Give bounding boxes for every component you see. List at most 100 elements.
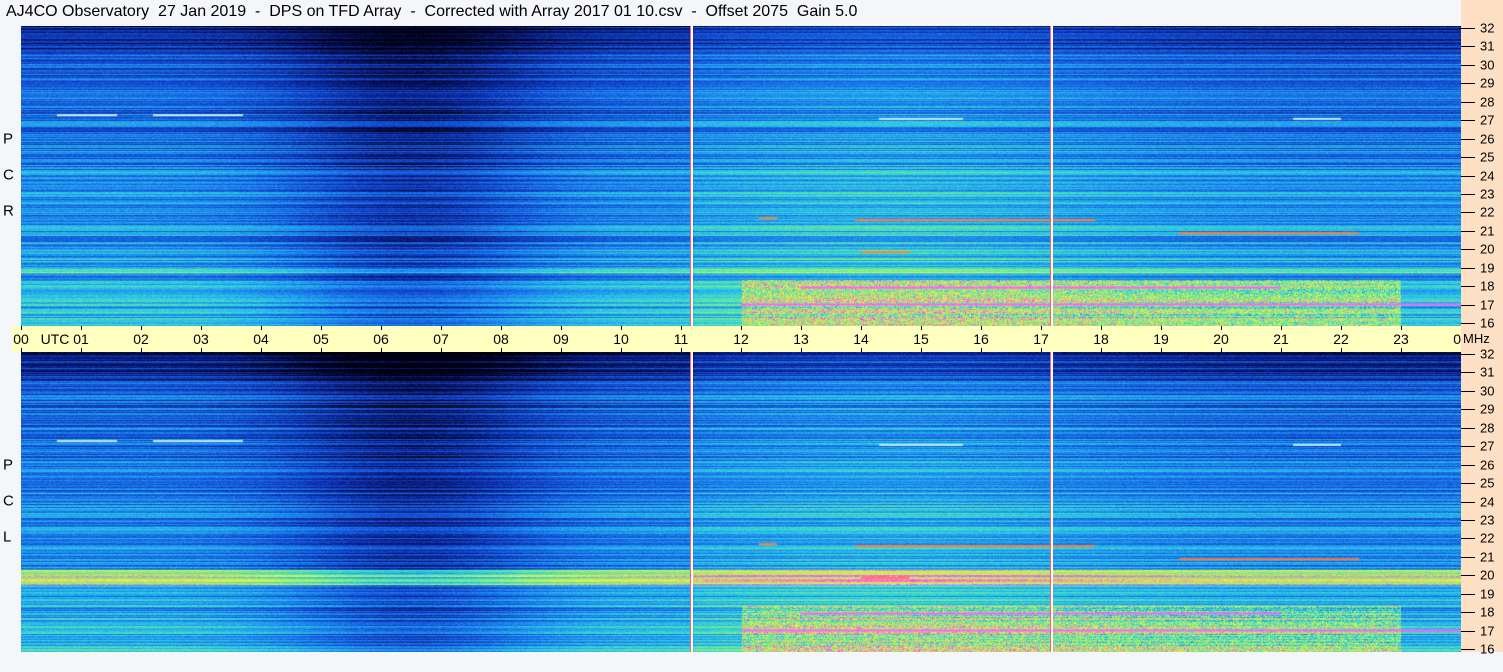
panel-label-letter: C [3,492,14,510]
y-tick-label: 31 [1480,364,1495,380]
y-tick-label: 30 [1480,57,1495,73]
y-tick-mark [1461,372,1475,374]
x-tick-mark [1221,326,1222,330]
y-tick-mark [1461,575,1475,577]
y-tick-mark [1461,354,1475,355]
y-tick-label: 18 [1480,604,1495,620]
y-tick-mark [1461,193,1475,195]
x-tick-mark [1341,348,1342,352]
y-tick-label: 20 [1480,241,1495,257]
x-tick-mark [321,348,322,352]
y-tick-mark [1461,390,1475,392]
x-tick-label: 06 [373,331,389,347]
y-axis-unit: MHz [1463,331,1490,346]
y-tick-mark [1461,175,1475,177]
y-tick-label: 29 [1480,401,1495,417]
x-tick-label: 02 [133,331,149,347]
time-marker-line [1050,26,1054,326]
y-tick-label: 32 [1480,346,1495,362]
x-tick-mark [801,348,802,352]
y-tick-label: 24 [1480,494,1495,509]
x-tick-mark [1101,348,1102,352]
x-tick-mark [621,326,622,330]
y-tick-label: 20 [1480,567,1495,583]
x-tick-mark [141,348,142,352]
x-tick-mark [381,326,382,330]
x-tick-mark [501,348,502,352]
x-tick-label: 23 [1393,331,1409,347]
x-tick-mark [861,348,862,352]
x-tick-label: 17 [1033,331,1049,347]
y-tick-label: 17 [1480,623,1495,639]
y-tick-mark [1461,249,1475,251]
x-tick-mark [21,326,22,330]
x-tick-mark [981,326,982,330]
x-tick-mark [201,348,202,352]
y-tick-mark [1461,267,1475,269]
x-tick-mark [1281,326,1282,330]
x-tick-mark [261,326,262,330]
x-tick-label: 20 [1213,331,1229,347]
y-tick-mark [1461,101,1475,103]
x-tick-mark [501,326,502,330]
y-tick-mark [1461,157,1475,159]
y-tick-mark [1461,138,1475,140]
y-tick-mark [1461,556,1475,558]
x-tick-label: 22 [1333,331,1349,347]
x-tick-label: 19 [1153,331,1169,347]
y-tick-mark [1461,28,1475,29]
x-tick-label: 11 [673,331,689,347]
x-tick-label: 05 [313,331,329,347]
x-tick-mark [1341,326,1342,330]
chart-title: AJ4CO Observatory 27 Jan 2019 - DPS on T… [6,3,858,20]
y-tick-mark [1461,212,1475,214]
x-tick-mark [981,348,982,352]
x-tick-mark [1401,326,1402,330]
y-tick-mark [1461,593,1475,595]
y-tick-mark [1461,323,1475,324]
y-tick-label: 30 [1480,383,1495,399]
x-tick-mark [801,326,802,330]
x-tick-mark [81,348,82,352]
lcp-spectrogram [21,352,1461,652]
x-tick-mark [1161,348,1162,352]
x-tick-mark [21,348,22,352]
x-tick-mark [681,326,682,330]
y-tick-mark [1461,304,1475,306]
x-tick-mark [81,326,82,330]
x-tick-mark [441,326,442,330]
x-tick-label: 16 [973,331,989,347]
y-tick-label: 23 [1480,512,1495,528]
y-tick-label: 26 [1480,131,1495,147]
y-tick-label: 19 [1480,260,1495,276]
x-tick-mark [381,348,382,352]
y-tick-label: 16 [1480,641,1495,657]
y-tick-mark [1461,464,1475,466]
x-tick-label: 07 [433,331,449,347]
rcp-spectrogram [21,26,1461,326]
y-tick-mark [1461,427,1475,429]
y-tick-label: 24 [1480,168,1495,183]
x-tick-mark [441,348,442,352]
y-tick-label: 27 [1480,112,1495,128]
x-tick-mark [201,326,202,330]
y-tick-mark [1461,120,1475,122]
y-tick-mark [1461,409,1475,411]
y-tick-label: 28 [1480,420,1495,436]
x-tick-mark [1101,326,1102,330]
x-tick-mark [561,348,562,352]
x-tick-label: 12 [733,331,749,347]
y-tick-label: 28 [1480,94,1495,110]
lcp-heatmap-canvas [21,352,1461,652]
utc-time-axis: 00 01 02 03 04 05 06 07 08 09 10 11 12 13 14 15 16 17 18 19… [12,326,1469,352]
x-tick-label: 01 [73,331,89,347]
x-tick-mark [561,326,562,330]
panel-label-letter: P [3,456,14,474]
x-axis-label: UTC [40,331,70,347]
y-tick-label: 23 [1480,186,1495,202]
x-tick-label: 09 [553,331,569,347]
y-tick-mark [1461,446,1475,448]
x-tick-label: 14 [853,331,869,347]
y-tick-label: 29 [1480,75,1495,91]
y-tick-label: 25 [1480,475,1495,491]
